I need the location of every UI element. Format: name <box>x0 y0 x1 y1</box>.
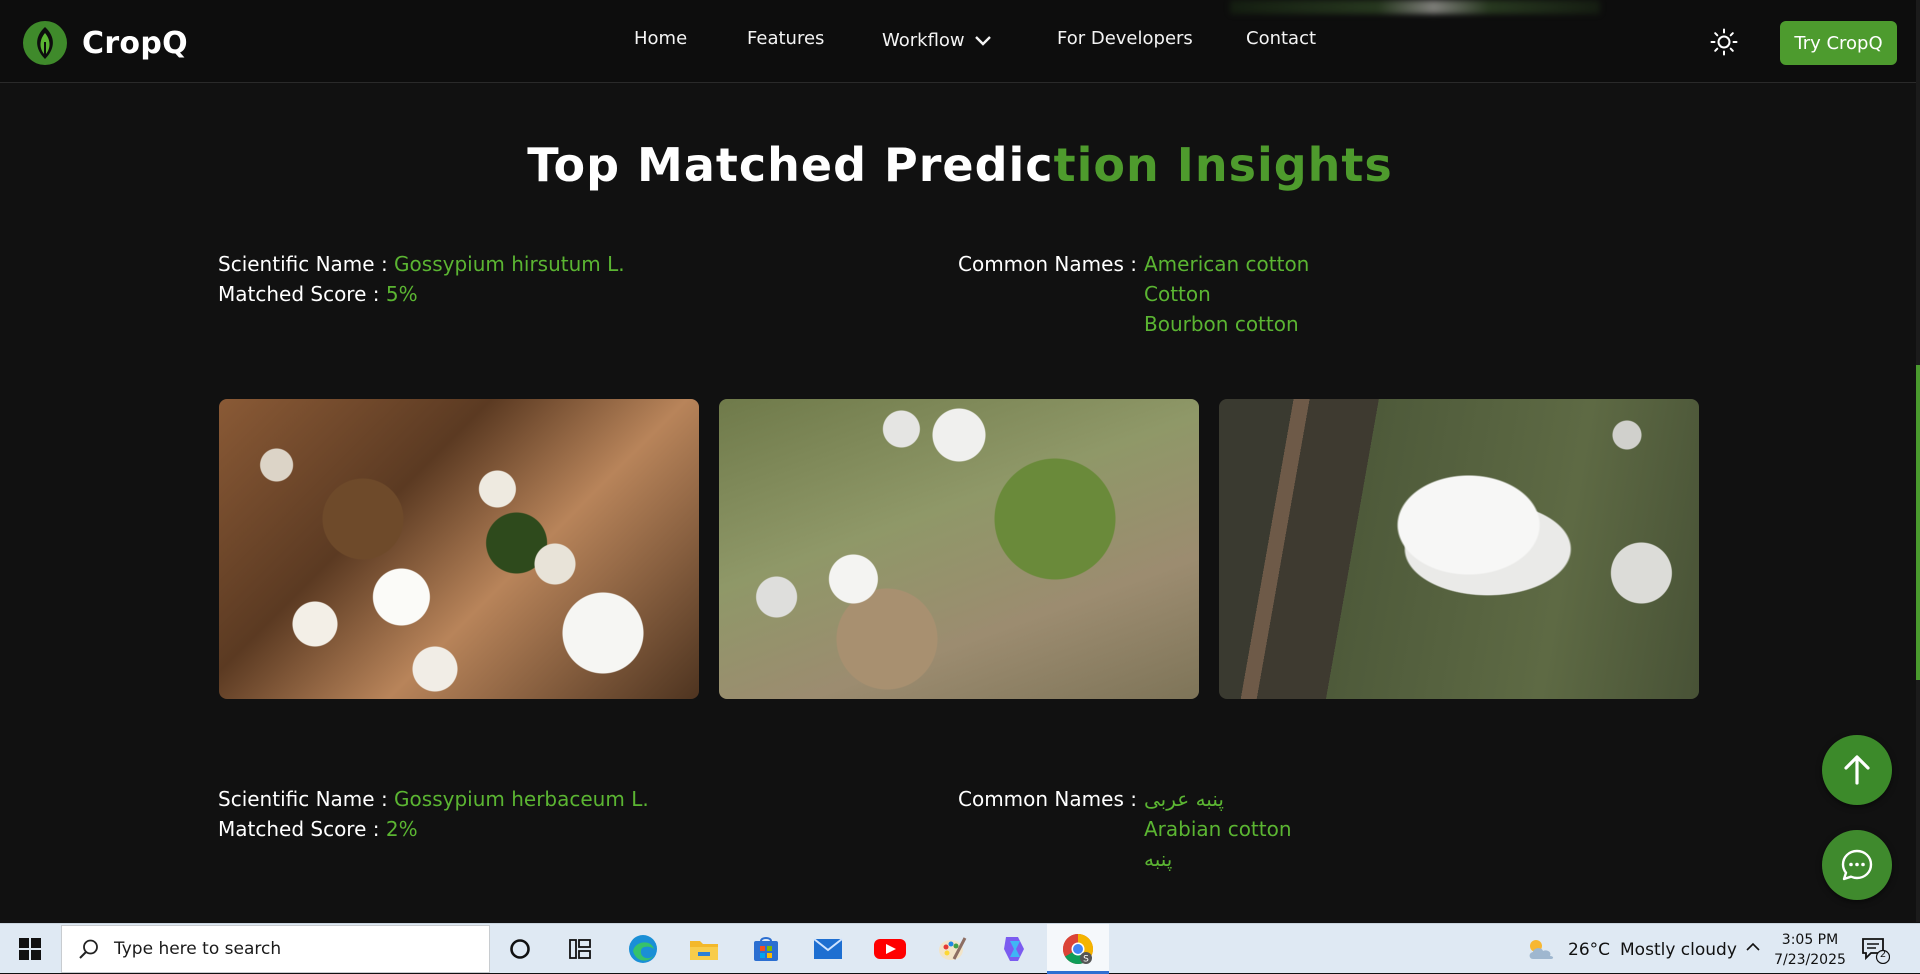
cortana-icon[interactable] <box>502 931 538 967</box>
weather-widget[interactable]: 26°C Mostly cloudy <box>1524 937 1737 963</box>
partly-cloudy-icon <box>1529 940 1554 959</box>
result-1-common-names-list: American cotton Cotton Bourbon cotton <box>1144 249 1309 339</box>
common-name-item: Bourbon cotton <box>1144 312 1299 336</box>
nav-workflow[interactable]: Workflow <box>882 30 993 51</box>
leaf-flame-icon <box>23 21 67 65</box>
brand-name: CropQ <box>82 25 188 61</box>
sun-icon[interactable] <box>1710 28 1738 56</box>
nav-workflow-label: Workflow <box>882 30 965 51</box>
search-icon <box>79 939 98 959</box>
matched-score-value: 5% <box>385 282 418 306</box>
chrome-icon: S <box>1062 934 1094 965</box>
paint-icon[interactable] <box>934 931 970 967</box>
windows-taskbar: Type here to search S 26°C Mostly cloudy… <box>0 923 1920 974</box>
search-placeholder: Type here to search <box>114 939 282 959</box>
scientific-name-label: Scientific Name : <box>218 787 388 811</box>
top-navbar: CropQ Home Features Workflow For Develop… <box>0 0 1920 83</box>
weather-desc: Mostly cloudy <box>1620 940 1737 960</box>
cotton-plants-photo <box>719 399 1199 699</box>
store-icon[interactable] <box>748 931 784 967</box>
matched-score-label: Matched Score : <box>218 817 380 841</box>
taskbar-clock[interactable]: 3:05 PM 7/23/2025 <box>1770 930 1850 970</box>
page-title-white: Top Matched Predic <box>527 138 1054 192</box>
scroll-to-top-button[interactable] <box>1822 735 1892 805</box>
page-scroll-thumb[interactable] <box>1916 365 1920 680</box>
common-name-item: پنبه <box>1144 847 1173 871</box>
task-view-icon[interactable] <box>562 931 598 967</box>
mail-icon[interactable] <box>810 931 846 967</box>
start-button[interactable] <box>0 924 60 974</box>
nav-contact[interactable]: Contact <box>1246 28 1316 49</box>
page-title: Top Matched Prediction Insights <box>0 138 1920 192</box>
youtube-icon[interactable] <box>872 931 908 967</box>
brand-logo[interactable]: CropQ <box>22 20 188 66</box>
copilot-icon[interactable] <box>996 931 1032 967</box>
result-2-common-names-label: Common Names : <box>958 787 1137 811</box>
chrome-taskbar-button[interactable]: S <box>1047 924 1109 974</box>
chevron-up-icon[interactable] <box>1744 938 1762 956</box>
windows-logo-icon <box>19 938 41 960</box>
clock-time: 3:05 PM <box>1781 932 1839 948</box>
cotton-field-photo <box>219 399 699 699</box>
svg-text:S: S <box>1083 955 1089 965</box>
scientific-name-value: Gossypium herbaceum L. <box>394 787 649 811</box>
common-name-item: پنبه عربی <box>1144 787 1224 811</box>
nav-features[interactable]: Features <box>747 28 824 49</box>
result-1-matched-score: Matched Score : 5% <box>218 282 418 306</box>
common-name-item: Arabian cotton <box>1144 817 1292 841</box>
clock-date: 7/23/2025 <box>1774 952 1846 968</box>
arrow-up-icon <box>1844 755 1870 785</box>
result-2-scientific-name: Scientific Name : Gossypium herbaceum L. <box>218 787 649 811</box>
nav-for-developers[interactable]: For Developers <box>1057 28 1193 49</box>
header-background-photo <box>1230 0 1600 14</box>
taskbar-search-box[interactable]: Type here to search <box>61 925 490 973</box>
result-2-common-names-list: پنبه عربی Arabian cotton پنبه <box>1144 784 1292 874</box>
cotton-boll-photo <box>1219 399 1699 699</box>
page-title-green: tion Insights <box>1053 138 1393 192</box>
chat-button[interactable] <box>1822 830 1892 900</box>
page-scrollbar[interactable] <box>1916 0 1920 922</box>
chat-bubble-icon <box>1841 849 1873 881</box>
browser-viewport: CropQ Home Features Workflow For Develop… <box>0 0 1920 922</box>
nav-home[interactable]: Home <box>634 28 687 49</box>
try-cropq-button[interactable]: Try CropQ <box>1780 21 1897 65</box>
matched-score-value: 2% <box>385 817 418 841</box>
notification-count: 2 <box>1879 949 1887 960</box>
file-explorer-icon[interactable] <box>686 931 722 967</box>
chevron-down-icon <box>974 35 991 46</box>
edge-icon[interactable] <box>625 931 661 967</box>
notifications-button[interactable]: 2 <box>1860 936 1891 968</box>
result-2-matched-score: Matched Score : 2% <box>218 817 418 841</box>
common-name-item: Cotton <box>1144 282 1211 306</box>
scientific-name-label: Scientific Name : <box>218 252 388 276</box>
scientific-name-value: Gossypium hirsutum L. <box>394 252 625 276</box>
matched-score-label: Matched Score : <box>218 282 380 306</box>
weather-temp: 26°C <box>1568 940 1611 960</box>
common-name-item: American cotton <box>1144 252 1310 276</box>
result-1-scientific-name: Scientific Name : Gossypium hirsutum L. <box>218 252 625 276</box>
result-1-common-names-label: Common Names : <box>958 252 1137 276</box>
